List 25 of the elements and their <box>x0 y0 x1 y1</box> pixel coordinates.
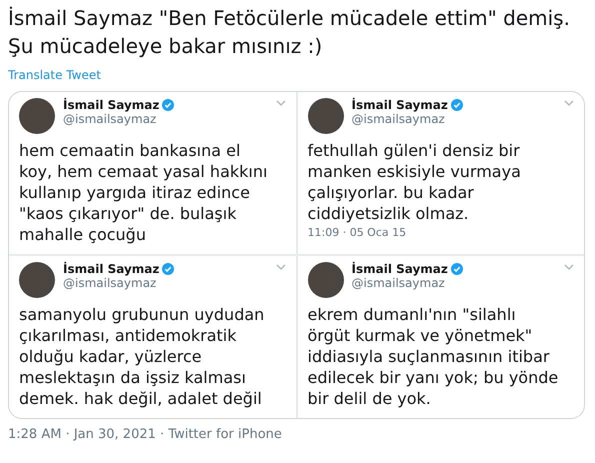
chevron-down-icon[interactable] <box>276 262 286 272</box>
chevron-down-icon[interactable] <box>564 262 574 272</box>
translate-link[interactable]: Translate Tweet <box>8 68 101 82</box>
avatar <box>19 98 55 134</box>
tweet-text: İsmail Saymaz "Ben Fetöcülerle mücadele ettim" demiş. Şu mücadeleye bakar mısınız :) <box>8 5 571 60</box>
author-name: İsmail Saymaz <box>352 262 448 276</box>
timestamp: 11:09 · 05 Oca 15 <box>308 226 408 239</box>
author-handle: @ismailsaymaz <box>352 276 446 290</box>
tweet-meta: 1:28 AM · Jan 30, 2021 · Twitter for iPhone <box>8 427 282 442</box>
chevron-down-icon[interactable] <box>276 98 286 108</box>
tweet-media[interactable] <box>8 91 585 419</box>
avatar <box>19 262 55 298</box>
author-handle: @ismailsaymaz <box>63 112 158 126</box>
screenshot-tweet-text: samanyolu grubunun uydudan çıkarılması, antidemokratik olduğu kadar, yüzlerce meslektaşın da işsiz kalması demek. hak değil, adalet değil <box>19 304 266 409</box>
screenshot-tweet-text: ekrem dumanlı'nın "silahlı örgüt kurmak ve yönetmek" iddiasıyla suçlanmasının itibar edilecek bir yanı yok; bu yönde bir delil de yok. <box>308 304 560 409</box>
avatar <box>308 98 344 134</box>
author-name: İsmail Saymaz <box>63 98 160 112</box>
chevron-down-icon[interactable] <box>564 98 574 108</box>
screenshot-tweet-text: hem cemaatin bankasına el koy, hem cemaat yasal hakkını kullanıp yargıda itiraz edince "kaos çıkarıyor" de. bulaşık mahalle çocuğu <box>19 140 268 245</box>
author-name: İsmail Saymaz <box>352 98 448 112</box>
author-name: İsmail Saymaz <box>63 262 160 276</box>
author-handle: @ismailsaymaz <box>63 276 158 290</box>
avatar <box>308 262 344 298</box>
author-handle: @ismailsaymaz <box>352 112 446 126</box>
screenshot-tweet-text: fethullah gülen'i densiz bir manken eskisiyle vurmaya çalışıyorlar. bu kadar ciddiyetsizlik olmaz. <box>308 140 522 224</box>
